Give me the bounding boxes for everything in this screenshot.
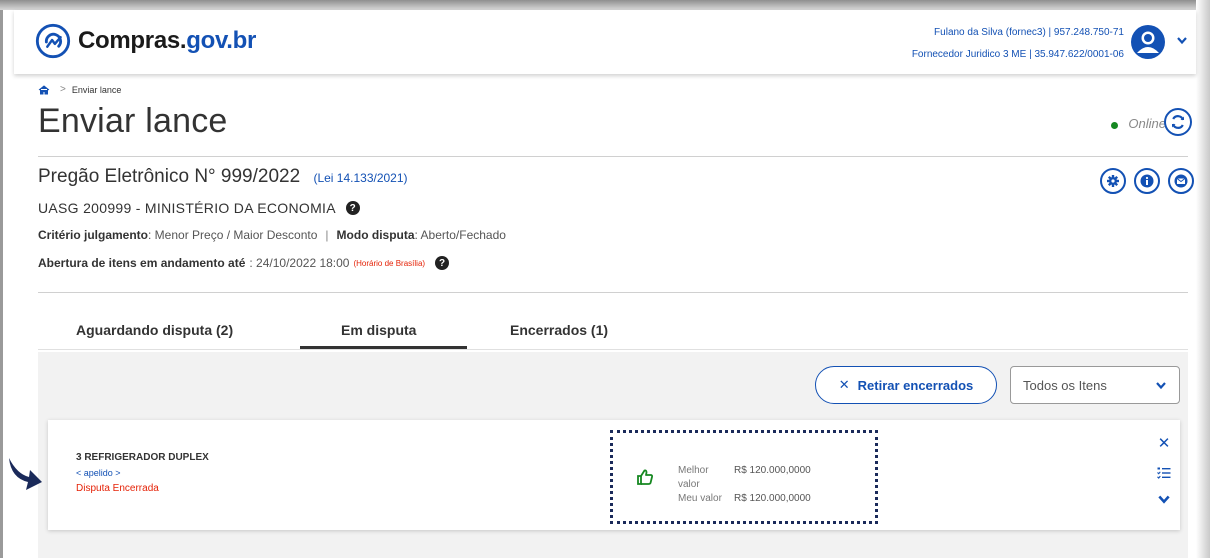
- online-label: Online: [1128, 116, 1166, 131]
- uasg-label: UASG 200999 - MINISTÉRIO DA ECONOMIA: [38, 200, 336, 216]
- mail-button[interactable]: [1168, 168, 1194, 194]
- refresh-icon: [1171, 115, 1185, 129]
- item-actions: ✕: [1156, 434, 1172, 506]
- right-shadow: [1196, 0, 1210, 558]
- item-status: Disputa Encerrada: [76, 483, 159, 494]
- melhor-valor-label: Melhor valor: [678, 465, 709, 490]
- pipe-separator: |: [325, 228, 329, 242]
- item-card: 3 REFRIGERADOR DUPLEX < apelido > Disput…: [48, 420, 1180, 530]
- mail-icon: [1174, 174, 1188, 188]
- header: Compras.gov.br Fulano da Silva (fornec3)…: [14, 10, 1196, 74]
- close-icon[interactable]: ✕: [1158, 434, 1171, 452]
- modo-value: : Aberto/Fechado: [414, 228, 506, 242]
- close-icon: ✕: [838, 377, 850, 392]
- tab-encerrados[interactable]: Encerrados (1): [510, 322, 608, 338]
- section-divider: [38, 156, 1188, 157]
- user-info: Fulano da Silva (fornec3) | 957.248.750-…: [912, 22, 1124, 66]
- info-button[interactable]: [1134, 168, 1160, 194]
- pregao-title: Pregão Eletrônico N° 999/2022 (Lei 14.13…: [38, 166, 408, 188]
- chevron-down-icon[interactable]: [1176, 36, 1188, 46]
- user-company-line: Fornecedor Juridico 3 ME | 35.947.622/00…: [911, 49, 1124, 60]
- active-tab-indicator: [300, 346, 467, 349]
- annotation-arrow-icon: [9, 458, 42, 490]
- chevron-down-icon: [1156, 382, 1166, 390]
- select-value: Todos os Itens: [1023, 377, 1107, 393]
- gear-icon: [1107, 175, 1119, 187]
- online-status: Online: [1111, 116, 1166, 131]
- logo-text: Compras.gov.br: [78, 27, 257, 54]
- modo-label: Modo disputa: [336, 228, 415, 242]
- item-title: 3 REFRIGERADOR DUPLEX: [76, 452, 209, 463]
- breadcrumb-separator: >: [60, 84, 66, 95]
- question-icon[interactable]: ?: [435, 256, 450, 270]
- thumbs-up-icon: [637, 469, 654, 485]
- abertura-value: : 24/10/2022 18:00: [249, 256, 350, 270]
- user-icon[interactable]: [1130, 24, 1166, 60]
- meu-valor-value: R$ 120.000,0000: [734, 493, 811, 504]
- tab-aguardando[interactable]: Aguardando disputa (2): [76, 322, 233, 338]
- list-icon[interactable]: [1157, 466, 1171, 480]
- chevron-down-icon[interactable]: [1157, 494, 1171, 506]
- section-divider: [38, 292, 1188, 293]
- settings-button[interactable]: [1100, 168, 1126, 194]
- breadcrumb-current: Enviar lance: [71, 84, 122, 95]
- abertura-label: Abertura de itens em andamento até: [38, 256, 246, 270]
- criterio-line: Critério julgamento: Menor Preço / Maior…: [38, 228, 506, 242]
- retirar-encerrados-button[interactable]: ✕ Retirar encerrados: [815, 366, 997, 404]
- home-icon[interactable]: [38, 84, 50, 95]
- breadcrumb: > Enviar lance: [38, 84, 121, 95]
- meu-valor-row: Meu valor R$ 120.000,0000: [678, 492, 811, 506]
- melhor-valor-value: R$ 120.000,0000: [734, 465, 811, 476]
- item-apelido[interactable]: < apelido >: [76, 468, 121, 478]
- page: Compras.gov.br Fulano da Silva (fornec3)…: [14, 10, 1196, 558]
- pregao-actions: [1100, 168, 1194, 194]
- logo[interactable]: Compras.gov.br: [34, 22, 256, 60]
- items-filter-select[interactable]: Todos os Itens: [1010, 366, 1180, 404]
- uasg: UASG 200999 - MINISTÉRIO DA ECONOMIA ?: [38, 200, 360, 216]
- criterio-label: Critério julgamento: [38, 228, 149, 242]
- abertura-line: Abertura de itens em andamento até: 24/1…: [38, 256, 450, 270]
- lei-link[interactable]: (Lei 14.133/2021): [313, 171, 407, 185]
- refresh-button[interactable]: [1164, 108, 1192, 136]
- online-dot-icon: [1111, 122, 1119, 129]
- compras-logo-icon: [35, 23, 71, 59]
- info-icon: [1140, 174, 1154, 188]
- retirar-label: Retirar encerrados: [857, 377, 974, 393]
- tabs-baseline: [38, 349, 1188, 350]
- horario-brasilia: (Horário de Brasília): [353, 258, 426, 268]
- melhor-valor-row: Melhor valor R$ 120.000,0000: [678, 464, 811, 492]
- criterio-value: : Menor Preço / Maior Desconto: [148, 228, 318, 242]
- page-title: Enviar lance: [38, 102, 228, 140]
- item-values: Melhor valor R$ 120.000,0000 Meu valor R…: [678, 464, 811, 506]
- tab-em-disputa[interactable]: Em disputa: [341, 322, 416, 338]
- user-name-line: Fulano da Silva (fornec3) | 957.248.750-…: [934, 27, 1124, 38]
- meu-valor-label: Meu valor: [678, 493, 722, 504]
- pregao-number: Pregão Eletrônico N° 999/2022: [38, 166, 301, 187]
- question-icon[interactable]: ?: [345, 201, 360, 215]
- top-shadow: [0, 0, 1210, 10]
